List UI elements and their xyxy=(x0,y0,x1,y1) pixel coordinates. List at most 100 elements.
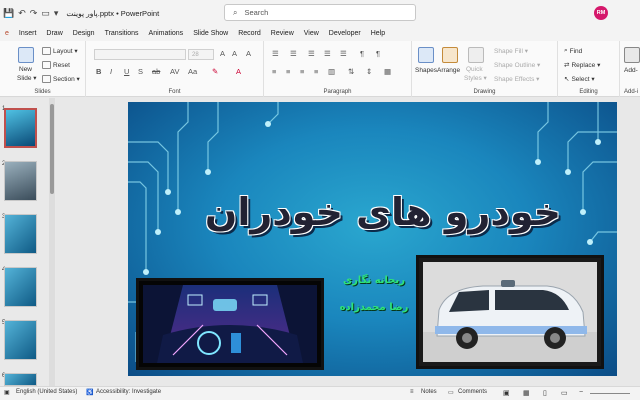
arrange-icon[interactable] xyxy=(442,47,458,63)
slide-thumbnail-6[interactable] xyxy=(4,373,37,386)
shape-effects-button[interactable]: Shape Effects ▾ xyxy=(494,75,539,83)
slide-thumbnail-3[interactable] xyxy=(4,214,37,254)
slide-title[interactable]: خودرو های خودران xyxy=(168,190,598,234)
reset-button[interactable]: Reset xyxy=(42,61,70,69)
slide-canvas[interactable]: خودرو های خودران ریحانه نگاری رضا محمدزا… xyxy=(128,102,617,376)
shape-fill-button[interactable]: Shape Fill ▾ xyxy=(494,47,528,55)
slide-thumbnail-1[interactable] xyxy=(4,108,37,148)
quick-access-toolbar: 💾 ↶ ↷ ▭ ▾ xyxy=(0,8,58,19)
columns-icon[interactable]: ▥ xyxy=(328,67,335,76)
tab-record[interactable]: Record xyxy=(233,26,266,41)
reset-icon xyxy=(42,61,51,69)
italic-icon[interactable]: I xyxy=(110,67,112,76)
rtl-icon[interactable]: ¶ xyxy=(360,49,364,58)
replace-button[interactable]: ⇄ Replace ▾ xyxy=(564,61,600,69)
bullets-icon[interactable]: ☰ xyxy=(272,49,279,58)
underline-icon[interactable]: U xyxy=(124,67,129,76)
strikethrough-icon[interactable]: ab xyxy=(152,67,160,76)
new-slide-dropdown[interactable]: Slide ▾ xyxy=(17,74,37,82)
increase-font-icon[interactable]: A xyxy=(220,49,225,58)
reading-view-icon[interactable]: ▯ xyxy=(543,389,547,397)
slides-group: New Slide ▾ Layout ▾ Reset Section ▾ Sli… xyxy=(0,41,86,97)
tab-view[interactable]: View xyxy=(299,26,324,41)
align-left-icon[interactable]: ≡ xyxy=(272,67,276,76)
comments-icon: ▭ xyxy=(448,390,454,396)
font-color-icon[interactable]: A xyxy=(236,67,241,76)
spelling-icon[interactable]: ▣ xyxy=(4,389,10,396)
section-button[interactable]: Section ▾ xyxy=(42,75,80,83)
undo-icon[interactable]: ↶ xyxy=(18,8,26,19)
new-slide-icon[interactable] xyxy=(18,47,34,63)
find-button[interactable]: ⌕ Find xyxy=(564,47,582,55)
car-interior-image[interactable] xyxy=(136,278,324,370)
present-icon[interactable]: ▭ xyxy=(41,8,50,19)
tab-animations[interactable]: Animations xyxy=(144,26,189,41)
avatar[interactable]: RM xyxy=(594,6,608,20)
editing-group: ⌕ Find ⇄ Replace ▾ ↖ Select ▾ Editing xyxy=(558,41,620,97)
shapes-button[interactable]: Shapes xyxy=(415,67,437,74)
author-name-1[interactable]: ریحانه نگاری xyxy=(324,275,424,286)
slideshow-view-icon[interactable]: ▭ xyxy=(561,389,568,397)
ltr-icon[interactable]: ¶ xyxy=(376,49,380,58)
highlight-icon[interactable]: ✎ xyxy=(212,67,218,76)
drawing-group-label: Drawing xyxy=(473,89,496,95)
spacing-icon[interactable]: AV xyxy=(170,67,179,76)
tab-slide-show[interactable]: Slide Show xyxy=(188,26,233,41)
tab-insert[interactable]: Insert xyxy=(14,26,42,41)
text-direction-icon[interactable]: ⇅ xyxy=(348,67,354,76)
drawing-group: Shapes Arrange Quick Styles ▾ Shape Fill… xyxy=(412,41,558,97)
zoom-out-icon[interactable]: − xyxy=(579,389,583,396)
author-name-2[interactable]: رضا محمدزاده xyxy=(324,302,424,313)
shadow-icon[interactable]: S xyxy=(138,67,143,76)
shape-outline-button[interactable]: Shape Outline ▾ xyxy=(494,61,540,69)
justify-icon[interactable]: ≡ xyxy=(314,67,318,76)
align-center-icon[interactable]: ≡ xyxy=(286,67,290,76)
shapes-icon[interactable] xyxy=(418,47,434,63)
zoom-slider[interactable] xyxy=(590,393,630,394)
slide-sorter-icon[interactable]: ▦ xyxy=(523,389,530,397)
smartart-icon[interactable]: ▦ xyxy=(384,67,391,76)
addins-icon[interactable] xyxy=(624,47,640,63)
select-button[interactable]: ↖ Select ▾ xyxy=(564,75,595,83)
save-icon[interactable]: 💾 xyxy=(3,8,14,19)
customize-qat-icon[interactable]: ▾ xyxy=(54,8,59,19)
layout-button[interactable]: Layout ▾ xyxy=(42,47,78,55)
tab-review[interactable]: Review xyxy=(266,26,299,41)
align-right-icon[interactable]: ≡ xyxy=(300,67,304,76)
tab-draw[interactable]: Draw xyxy=(41,26,67,41)
autonomous-vehicle-image[interactable] xyxy=(416,255,604,369)
addins-button[interactable]: Add- xyxy=(624,67,638,74)
tab-developer[interactable]: Developer xyxy=(324,26,366,41)
tab-transitions[interactable]: Transitions xyxy=(100,26,144,41)
tab-home[interactable]: e xyxy=(0,26,14,41)
accessibility-status[interactable]: Accessibility: Investigate xyxy=(96,389,161,395)
language-indicator[interactable]: English (United States) xyxy=(16,389,77,395)
quick-styles-dropdown[interactable]: Styles ▾ xyxy=(464,74,487,82)
comments-button[interactable]: Comments xyxy=(458,389,487,395)
thumbnail-scroll-thumb[interactable] xyxy=(50,104,54,194)
notes-button[interactable]: Notes xyxy=(421,389,437,395)
font-name-combo[interactable] xyxy=(94,49,186,60)
tab-design[interactable]: Design xyxy=(68,26,100,41)
quick-styles-icon[interactable] xyxy=(468,47,484,63)
increase-indent-icon[interactable]: ☰ xyxy=(324,49,331,58)
new-slide-button[interactable]: New xyxy=(19,66,32,73)
numbering-icon[interactable]: ☰ xyxy=(290,49,297,58)
slide-thumbnail-2[interactable] xyxy=(4,161,37,201)
align-text-icon[interactable]: ⇕ xyxy=(366,67,372,76)
quick-styles-button[interactable]: Quick xyxy=(466,66,483,73)
decrease-indent-icon[interactable]: ☰ xyxy=(308,49,315,58)
search-box[interactable]: ⌕ Search xyxy=(224,4,416,21)
clear-format-icon[interactable]: A xyxy=(246,49,251,58)
arrange-button[interactable]: Arrange xyxy=(437,67,460,74)
case-icon[interactable]: Aa xyxy=(188,67,197,76)
font-size-combo[interactable]: 28 xyxy=(188,49,214,60)
line-spacing-icon[interactable]: ☰ xyxy=(340,49,347,58)
bold-icon[interactable]: B xyxy=(96,67,101,76)
decrease-font-icon[interactable]: A xyxy=(232,49,237,58)
normal-view-icon[interactable]: ▣ xyxy=(503,389,510,397)
redo-icon[interactable]: ↷ xyxy=(30,8,38,19)
tab-help[interactable]: Help xyxy=(366,26,390,41)
slide-thumbnail-4[interactable] xyxy=(4,267,37,307)
slide-thumbnail-5[interactable] xyxy=(4,320,37,360)
